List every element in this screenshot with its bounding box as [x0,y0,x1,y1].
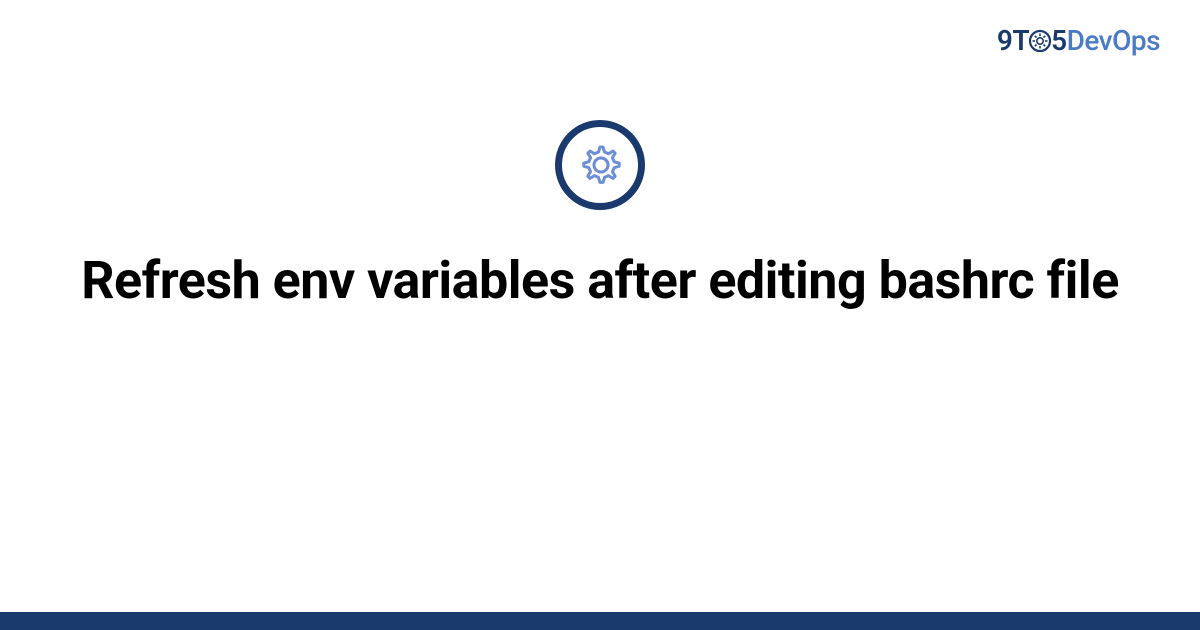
brand-logo: 9T 5DevOps [997,24,1160,57]
gear-icon [574,139,626,191]
brand-text-9t: 9T [997,24,1029,57]
page-title: Refresh env variables after editing bash… [81,248,1119,313]
brand-text-ops: Ops [1112,24,1160,57]
brand-gear-icon [1028,29,1052,53]
brand-text-5: 5 [1051,24,1067,57]
main-content: Refresh env variables after editing bash… [0,120,1200,313]
brand-text-dev: Dev [1067,24,1113,57]
footer-accent-bar [0,612,1200,630]
gear-icon-circle [555,120,645,210]
